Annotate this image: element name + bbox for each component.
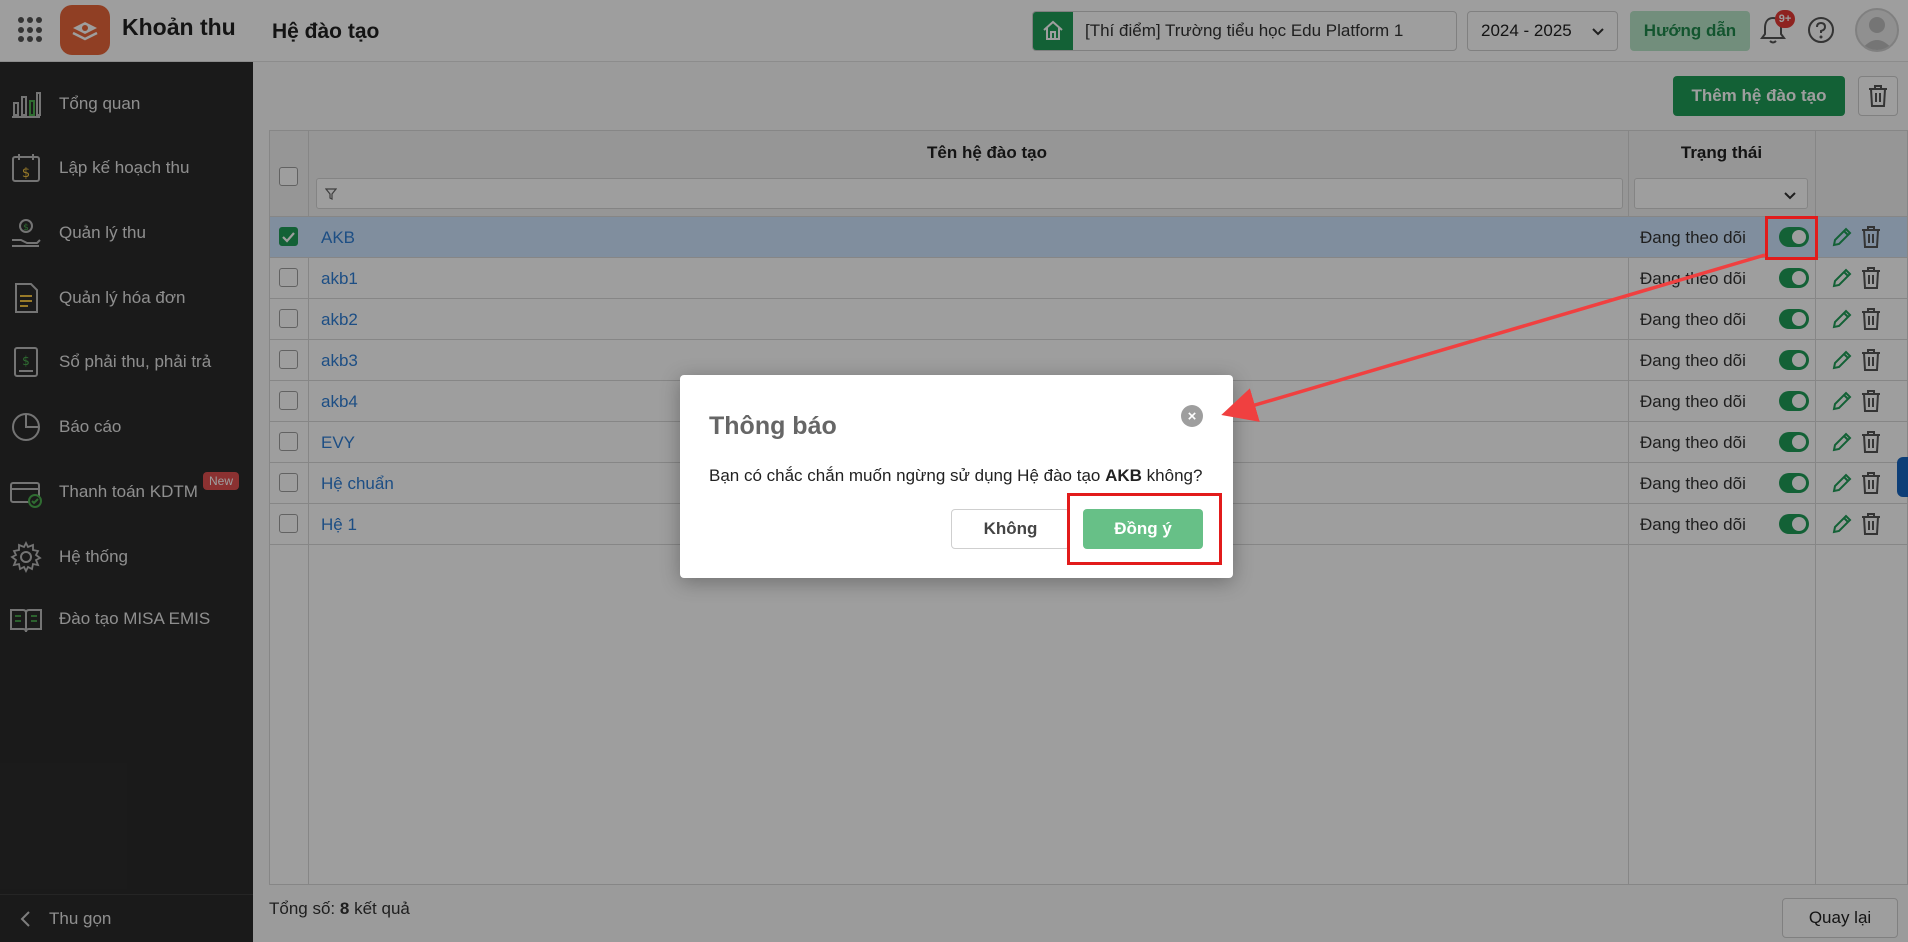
message-item: AKB (1105, 466, 1142, 485)
cancel-button[interactable]: Không (951, 509, 1070, 549)
dialog-message: Bạn có chắc chắn muốn ngừng sử dụng Hệ đ… (709, 466, 1202, 486)
message-suffix: không? (1146, 466, 1203, 485)
confirm-highlight-box (1067, 493, 1222, 565)
toggle-highlight-box (1765, 216, 1818, 260)
dialog-title: Thông báo (709, 412, 837, 440)
close-icon[interactable]: × (1181, 405, 1203, 427)
message-prefix: Bạn có chắc chắn muốn ngừng sử dụng Hệ đ… (709, 466, 1101, 485)
